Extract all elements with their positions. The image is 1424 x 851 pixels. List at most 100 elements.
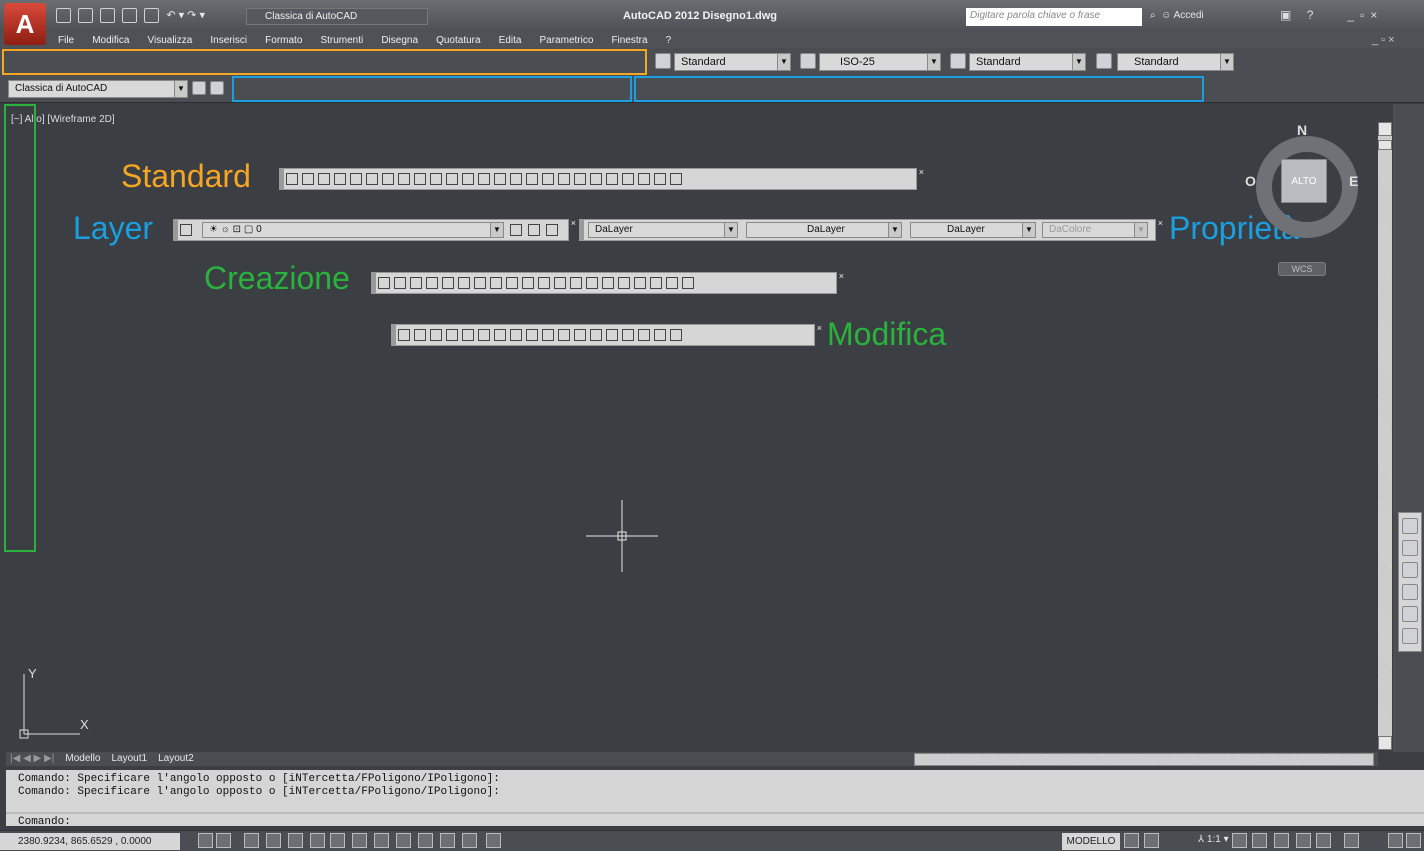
region-icon[interactable] bbox=[634, 277, 646, 289]
close-icon[interactable]: × bbox=[919, 167, 924, 177]
lineweight-display-icon[interactable] bbox=[418, 833, 433, 848]
workspace-combo[interactable]: Classica di AutoCAD ▼ bbox=[8, 80, 188, 98]
close-icon[interactable]: × bbox=[817, 323, 822, 333]
table-style-icon[interactable] bbox=[950, 53, 966, 69]
preview-icon[interactable] bbox=[350, 173, 362, 185]
search-input[interactable]: Digitare parola chiave o frase bbox=[966, 8, 1142, 26]
close-icon[interactable]: × bbox=[839, 271, 844, 281]
workspace-settings-icon[interactable] bbox=[192, 81, 206, 95]
coordinates-readout[interactable]: 2380.9234, 865.6529 , 0.0000 bbox=[0, 833, 180, 850]
properties-toolbar[interactable]: DaLayer ▼ DaLayer ▼ DaLayer ▼ DaColore ▼ × bbox=[579, 218, 1163, 241]
save-as-icon[interactable] bbox=[122, 8, 138, 23]
compass-east[interactable]: E bbox=[1349, 173, 1358, 189]
annotation-visibility-icon[interactable] bbox=[1232, 833, 1247, 848]
block-editor-icon[interactable] bbox=[462, 173, 474, 185]
explode-icon[interactable] bbox=[670, 329, 682, 341]
draw-toolbar[interactable]: × bbox=[371, 271, 844, 294]
command-history[interactable]: Comando: Specificare l'angolo opposto o … bbox=[6, 770, 1424, 826]
workspace-switcher[interactable]: Classica di AutoCAD bbox=[246, 8, 428, 25]
fillet-icon[interactable] bbox=[638, 329, 650, 341]
tool-palettes-icon[interactable] bbox=[606, 173, 618, 185]
copy-object-icon[interactable] bbox=[414, 329, 426, 341]
status-bar-menu-icon[interactable] bbox=[1388, 833, 1403, 848]
compass-north[interactable]: N bbox=[1297, 122, 1307, 138]
sheet-set-icon[interactable] bbox=[622, 173, 634, 185]
save-icon[interactable] bbox=[318, 173, 330, 185]
clean-screen-icon[interactable] bbox=[210, 81, 224, 95]
make-block-icon[interactable] bbox=[570, 277, 582, 289]
bring-to-front-icon[interactable] bbox=[1402, 518, 1418, 534]
vertical-scrollbar[interactable] bbox=[1378, 122, 1392, 750]
plot-icon[interactable] bbox=[144, 8, 160, 23]
toolbar-lock-icon[interactable] bbox=[1296, 833, 1311, 848]
undo-icon[interactable] bbox=[478, 173, 490, 185]
arc-icon[interactable] bbox=[458, 277, 470, 289]
infer-constraints-icon[interactable] bbox=[198, 833, 213, 848]
dynamic-ucs-icon[interactable] bbox=[374, 833, 389, 848]
erase-icon[interactable] bbox=[398, 329, 410, 341]
add-selected-icon[interactable] bbox=[682, 277, 694, 289]
text-style-icon[interactable] bbox=[655, 53, 671, 69]
menu-disegna[interactable]: Disegna bbox=[381, 35, 418, 46]
menu-visualizza[interactable]: Visualizza bbox=[148, 35, 193, 46]
redo-icon[interactable]: ↷ ▾ bbox=[187, 9, 205, 21]
menu-finestra[interactable]: Finestra bbox=[611, 35, 647, 46]
modify-toolbar[interactable]: × bbox=[391, 323, 822, 346]
undo-icon[interactable]: ↶ ▾ bbox=[166, 9, 184, 21]
table-icon[interactable] bbox=[650, 277, 662, 289]
linetype-combo[interactable]: DaLayer ▼ bbox=[746, 222, 902, 238]
quick-properties-icon[interactable] bbox=[462, 833, 477, 848]
match-properties-icon[interactable] bbox=[446, 173, 458, 185]
dim-style-combo[interactable]: ISO-25 ▼ bbox=[819, 53, 941, 71]
copy-icon[interactable] bbox=[414, 173, 426, 185]
multiline-text-icon[interactable] bbox=[666, 277, 678, 289]
help-icon[interactable]: ? bbox=[1307, 8, 1320, 22]
join-icon[interactable] bbox=[606, 329, 618, 341]
array-icon[interactable] bbox=[462, 329, 474, 341]
layer-manager-icon[interactable] bbox=[180, 224, 192, 236]
offset-icon[interactable] bbox=[446, 329, 458, 341]
gradient-icon[interactable] bbox=[618, 277, 630, 289]
annotation-scale[interactable]: ⅄ 1:1 ▾ bbox=[1198, 834, 1229, 845]
compass-west[interactable]: O bbox=[1245, 173, 1256, 189]
hardware-acceleration-icon[interactable] bbox=[1316, 833, 1331, 848]
new-icon[interactable] bbox=[56, 8, 71, 23]
new-icon[interactable] bbox=[286, 173, 298, 185]
table-style-combo[interactable]: Standard ▼ bbox=[969, 53, 1086, 71]
construction-line-icon[interactable] bbox=[394, 277, 406, 289]
send-under-icon[interactable] bbox=[1402, 584, 1418, 600]
grid-display-icon[interactable] bbox=[244, 833, 259, 848]
quick-view-layouts-icon[interactable] bbox=[1124, 833, 1139, 848]
menu-modifica[interactable]: Modifica bbox=[92, 35, 129, 46]
binoculars-icon[interactable]: ⌕ bbox=[1150, 10, 1156, 21]
menu-help[interactable]: ? bbox=[666, 35, 672, 46]
tab-layout2[interactable]: Layout2 bbox=[158, 753, 194, 764]
menu-quotatura[interactable]: Quotatura bbox=[436, 35, 480, 46]
tab-navigation-icon[interactable]: |◀ ◀ ▶ ▶| bbox=[10, 753, 54, 764]
close-icon[interactable]: × bbox=[1370, 8, 1383, 22]
paste-icon[interactable] bbox=[430, 173, 442, 185]
redo-icon[interactable] bbox=[494, 173, 506, 185]
extend-icon[interactable] bbox=[558, 329, 570, 341]
ucs-menu-button[interactable]: WCS bbox=[1278, 262, 1326, 276]
point-icon[interactable] bbox=[586, 277, 598, 289]
break-at-point-icon[interactable] bbox=[574, 329, 586, 341]
menu-edita[interactable]: Edita bbox=[499, 35, 522, 46]
tab-modello[interactable]: Modello bbox=[65, 753, 100, 764]
circle-icon[interactable] bbox=[474, 277, 486, 289]
3d-object-snap-icon[interactable] bbox=[330, 833, 345, 848]
drawing-area[interactable] bbox=[6, 104, 1378, 752]
break-icon[interactable] bbox=[590, 329, 602, 341]
3d-print-icon[interactable] bbox=[382, 173, 394, 185]
menu-formato[interactable]: Formato bbox=[265, 35, 302, 46]
zoom-realtime-icon[interactable] bbox=[526, 173, 538, 185]
layer-toolbar[interactable]: ☀ ☼ ⊡ ▢ 0 ▼ × bbox=[173, 218, 576, 241]
ellipse-icon[interactable] bbox=[522, 277, 534, 289]
quick-view-drawings-icon[interactable] bbox=[1144, 833, 1159, 848]
text-to-front-icon[interactable] bbox=[1402, 606, 1418, 622]
menu-strumenti[interactable]: Strumenti bbox=[320, 35, 363, 46]
properties-icon[interactable] bbox=[574, 173, 586, 185]
document-window-controls[interactable]: _ ▫ × bbox=[1372, 34, 1395, 46]
menu-file[interactable]: File bbox=[58, 35, 74, 46]
exchange-icon[interactable]: ▣ bbox=[1280, 8, 1297, 22]
